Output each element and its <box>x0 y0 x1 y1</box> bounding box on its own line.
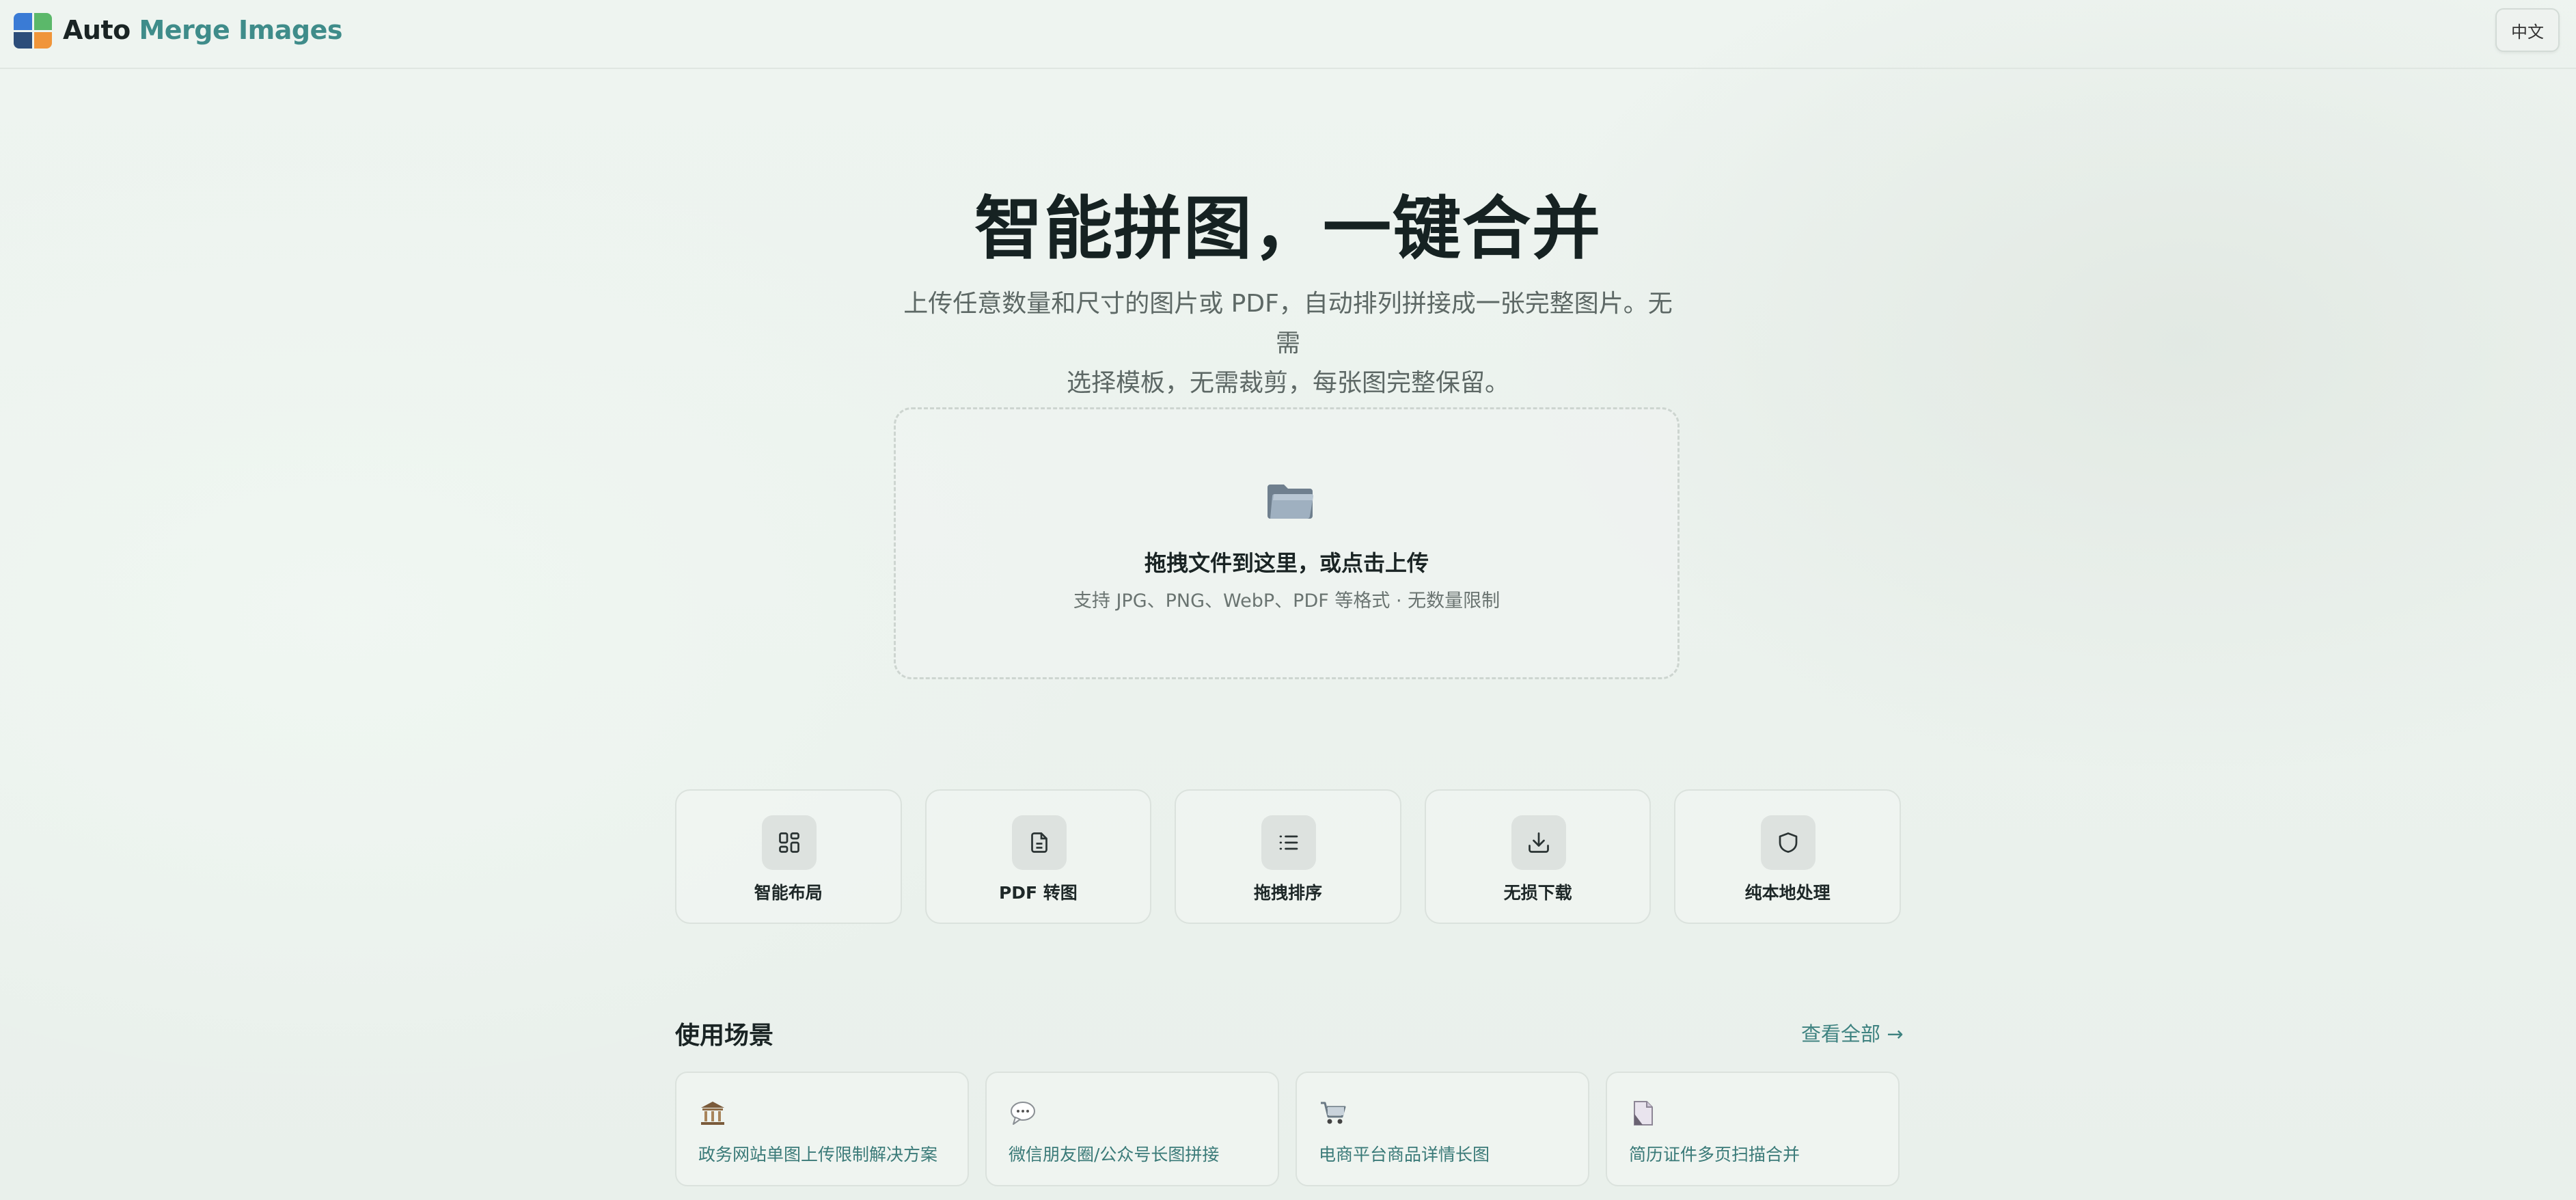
feature-label: 无损下载 <box>1503 883 1572 903</box>
feature-label: 智能布局 <box>754 883 823 903</box>
scenario-list: 政务网站单图上传限制解决方案 微信朋友圈/公众号长图拼接 电商平台商品详情长图 <box>675 1072 1901 1186</box>
scenario-label: 简历证件多页扫描合并 <box>1629 1145 1800 1164</box>
hero-subtitle: 上传任意数量和尺寸的图片或 PDF，自动排列拼接成一张完整图片。无需 选择模板，… <box>892 284 1684 403</box>
scenario-card-resume-scan[interactable]: 简历证件多页扫描合并 <box>1606 1072 1900 1186</box>
list-icon <box>1261 815 1317 870</box>
feature-label: PDF 转图 <box>998 883 1078 903</box>
shield-icon <box>1761 815 1816 870</box>
scenario-card-wechat[interactable]: 微信朋友圈/公众号长图拼接 <box>985 1072 1279 1186</box>
government-building-icon <box>701 1102 724 1125</box>
hero-subtitle-line2: 选择模板，无需裁剪，每张图完整保留。 <box>1066 369 1509 397</box>
grid-layout-icon <box>762 815 817 870</box>
scenario-label: 电商平台商品详情长图 <box>1319 1145 1490 1164</box>
language-switch-button[interactable]: 中文 <box>2495 8 2560 52</box>
upload-dropzone[interactable]: 拖拽文件到这里，或点击上传 支持 JPG、PNG、WebP、PDF 等格式 · … <box>894 407 1680 679</box>
feature-card-drag-sort: 拖拽排序 <box>1175 789 1401 924</box>
hero-title: 智能拼图，一键合并 <box>974 189 1602 269</box>
feature-list: 智能布局 PDF 转图 拖拽排序 无损下载 纯本地处理 <box>675 789 1901 924</box>
brand-name[interactable]: Auto Merge Images <box>63 14 342 46</box>
scenario-card-government[interactable]: 政务网站单图上传限制解决方案 <box>675 1072 969 1186</box>
feature-label: 拖拽排序 <box>1253 883 1322 903</box>
feature-card-smart-layout: 智能布局 <box>675 789 902 924</box>
chat-bubble-icon <box>1011 1102 1035 1125</box>
shopping-cart-icon <box>1321 1102 1346 1124</box>
download-icon <box>1511 815 1566 870</box>
feature-label: 纯本地处理 <box>1744 883 1831 903</box>
upload-hint: 支持 JPG、PNG、WebP、PDF 等格式 · 无数量限制 <box>1073 590 1501 612</box>
feature-card-local-processing: 纯本地处理 <box>1674 789 1901 924</box>
app-logo-icon[interactable] <box>14 13 52 49</box>
upload-title: 拖拽文件到这里，或点击上传 <box>1144 550 1429 576</box>
page: Auto Merge Images 中文 智能拼图，一键合并 上传任意数量和尺寸… <box>0 0 2576 1200</box>
page-icon <box>1634 1101 1653 1126</box>
scenario-card-ecommerce[interactable]: 电商平台商品详情长图 <box>1296 1072 1589 1186</box>
scenario-label: 微信朋友圈/公众号长图拼接 <box>1009 1145 1220 1164</box>
document-icon <box>1011 815 1067 870</box>
hero-subtitle-line1: 上传任意数量和尺寸的图片或 PDF，自动排列拼接成一张完整图片。无需 <box>903 290 1673 357</box>
top-bar: Auto Merge Images 中文 <box>0 0 2576 69</box>
scenario-label: 政务网站单图上传限制解决方案 <box>698 1145 938 1164</box>
brand-name-part1: Auto <box>63 15 131 45</box>
scenarios-section-title: 使用场景 <box>675 1022 774 1050</box>
view-all-link[interactable]: 查看全部 → <box>1801 1018 1904 1047</box>
feature-card-lossless-download: 无损下载 <box>1424 789 1652 924</box>
feature-card-pdf-to-image: PDF 转图 <box>924 789 1152 924</box>
folder-icon <box>1268 485 1313 519</box>
brand-name-part2: Merge Images <box>130 15 342 45</box>
